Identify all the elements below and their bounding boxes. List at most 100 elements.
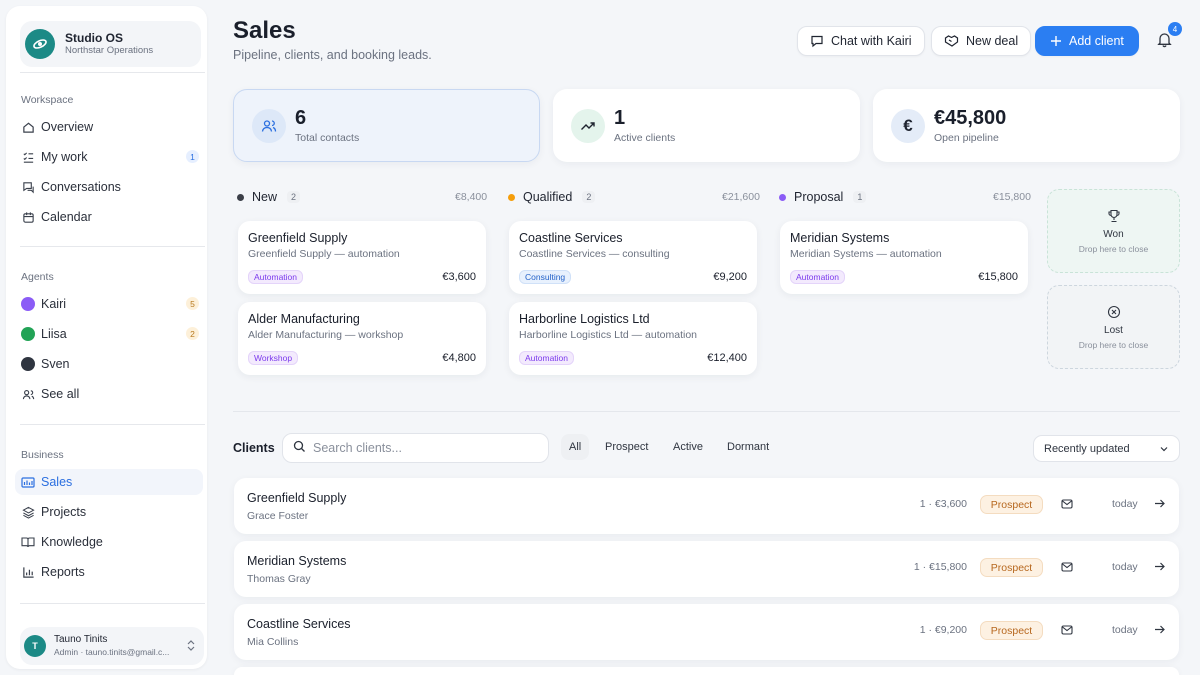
stat-value: 6 (295, 107, 307, 129)
section-label-business: Business (21, 449, 64, 461)
client-name: Greenfield Supply (247, 491, 347, 505)
filter-all[interactable]: All (561, 434, 590, 460)
chart-icon (21, 565, 35, 579)
add-client-button[interactable]: Add client (1035, 26, 1139, 56)
sidebar-item-sales[interactable]: Sales (15, 469, 203, 495)
checklist-icon (21, 150, 35, 164)
column-total: €8,400 (455, 191, 488, 203)
workspace-switcher[interactable]: Studio OS Northstar Operations (20, 21, 201, 67)
drop-zone-won[interactable]: Won Drop here to close (1047, 189, 1180, 273)
status-dot (779, 193, 786, 201)
sidebar-item-label: Projects (41, 505, 87, 519)
arrow-right-icon[interactable] (1153, 560, 1166, 576)
deal-name: Greenfield Supply (248, 231, 348, 245)
mail-icon[interactable] (1060, 623, 1074, 640)
arrow-right-icon[interactable] (1153, 623, 1166, 639)
client-row[interactable] (234, 667, 1179, 675)
client-row[interactable]: Coastline Services Mia Collins 1 · €9,20… (234, 604, 1179, 660)
book-icon (21, 535, 35, 549)
last-updated: today (1112, 624, 1138, 636)
handshake-icon (944, 34, 959, 48)
sort-select[interactable]: Recently updated (1033, 435, 1180, 462)
sidebar-item-knowledge[interactable]: Knowledge (15, 529, 203, 555)
avatar: T (24, 635, 46, 657)
mail-icon[interactable] (1060, 497, 1074, 514)
client-row[interactable]: Greenfield Supply Grace Foster 1 · €3,60… (234, 478, 1179, 534)
stat-value: €45,800 (934, 107, 1007, 129)
deal-description: Alder Manufacturing — workshop (248, 329, 404, 341)
sidebar-item-agent-sven[interactable]: Sven (15, 351, 203, 377)
deal-card[interactable]: Meridian Systems Meridian Systems — auto… (780, 221, 1028, 294)
users-icon (252, 108, 286, 143)
deal-card[interactable]: Alder Manufacturing Alder Manufacturing … (238, 302, 486, 375)
deal-card[interactable]: Coastline Services Coastline Services — … (509, 221, 757, 294)
sidebar-item-my-work[interactable]: My work 1 (15, 144, 203, 170)
sidebar-item-see-all[interactable]: See all (15, 381, 203, 407)
deal-card[interactable]: Greenfield Supply Greenfield Supply — au… (238, 221, 486, 294)
stat-value: 1 (614, 107, 626, 129)
deal-amount: €3,600 (442, 271, 476, 283)
drop-zone-hint: Drop here to close (1078, 339, 1149, 350)
search-field[interactable] (282, 433, 549, 463)
deal-tag: Consulting (519, 270, 572, 284)
column-count: 2 (582, 191, 596, 203)
section-label-agents: Agents (21, 271, 54, 283)
deal-amount: €9,200 (713, 271, 747, 283)
column-count: 2 (287, 191, 301, 203)
client-deals-summary: 1 · €9,200 (919, 624, 967, 636)
pipeline-column-proposal: Proposal 1 (779, 189, 867, 205)
deal-description: Harborline Logistics Ltd — automation (519, 329, 698, 341)
close-circle-icon (1107, 305, 1121, 322)
stat-card-active-clients[interactable]: 1 Active clients (553, 89, 860, 162)
sidebar-item-overview[interactable]: Overview (15, 114, 203, 140)
deal-amount: €4,800 (442, 352, 476, 364)
user-menu[interactable]: T Tauno Tinits Admin · tauno.tinits@gmai… (20, 627, 204, 665)
status-dot (237, 193, 244, 201)
sidebar-item-conversations[interactable]: Conversations (15, 174, 203, 200)
filter-dormant[interactable]: Dormant (719, 434, 777, 460)
sidebar-item-label: See all (41, 387, 80, 401)
sidebar-item-reports[interactable]: Reports (15, 559, 203, 585)
mail-icon[interactable] (1060, 560, 1074, 577)
button-label: Add client (1069, 34, 1124, 48)
plus-icon (1050, 35, 1062, 47)
sidebar-item-projects[interactable]: Projects (15, 499, 203, 525)
notification-count-badge: 4 (1168, 22, 1182, 36)
chat-bubble-icon (810, 34, 824, 48)
stat-card-total-contacts[interactable]: 6 Total contacts (233, 89, 540, 162)
agent-liisa-avatar (21, 327, 35, 341)
stat-card-open-pipeline[interactable]: € €45,800 Open pipeline (873, 89, 1180, 162)
deal-description: Meridian Systems — automation (790, 248, 942, 260)
sidebar-item-label: Knowledge (41, 535, 103, 549)
sales-icon (21, 475, 35, 489)
deal-tag: Workshop (248, 351, 299, 365)
sidebar-item-label: Overview (41, 120, 94, 134)
user-role-email: Admin · tauno.tinits@gmail.c... (54, 647, 170, 657)
new-deal-button[interactable]: New deal (931, 26, 1032, 56)
column-title: Proposal (794, 190, 844, 204)
client-name: Coastline Services (247, 617, 351, 631)
client-row[interactable]: Meridian Systems Thomas Gray 1 · €15,800… (234, 541, 1179, 597)
stat-label: Open pipeline (934, 132, 999, 144)
filter-active[interactable]: Active (665, 434, 711, 460)
deal-card[interactable]: Harborline Logistics Ltd Harborline Logi… (509, 302, 757, 375)
filter-prospect[interactable]: Prospect (597, 434, 656, 460)
deal-tag: Automation (248, 270, 303, 284)
brand-logo-icon (25, 29, 55, 59)
chevron-down-icon (1159, 444, 1169, 457)
search-input[interactable] (313, 441, 533, 455)
brand-title: Studio OS (65, 31, 123, 45)
sidebar-item-calendar[interactable]: Calendar (15, 204, 203, 230)
sidebar-item-agent-kairi[interactable]: Kairi 5 (15, 291, 203, 317)
sidebar-item-agent-liisa[interactable]: Liisa 2 (15, 321, 203, 347)
user-name: Tauno Tinits (54, 634, 108, 645)
agent-sven-avatar (21, 357, 35, 371)
arrow-right-icon[interactable] (1153, 497, 1166, 513)
chat-with-kairi-button[interactable]: Chat with Kairi (797, 26, 925, 56)
deal-amount: €15,800 (978, 271, 1018, 283)
client-name: Meridian Systems (247, 554, 347, 568)
chevron-updown-icon (186, 639, 196, 655)
drop-zone-lost[interactable]: Lost Drop here to close (1047, 285, 1180, 369)
projects-icon (21, 505, 35, 519)
client-deals-summary: 1 · €15,800 (913, 561, 967, 573)
